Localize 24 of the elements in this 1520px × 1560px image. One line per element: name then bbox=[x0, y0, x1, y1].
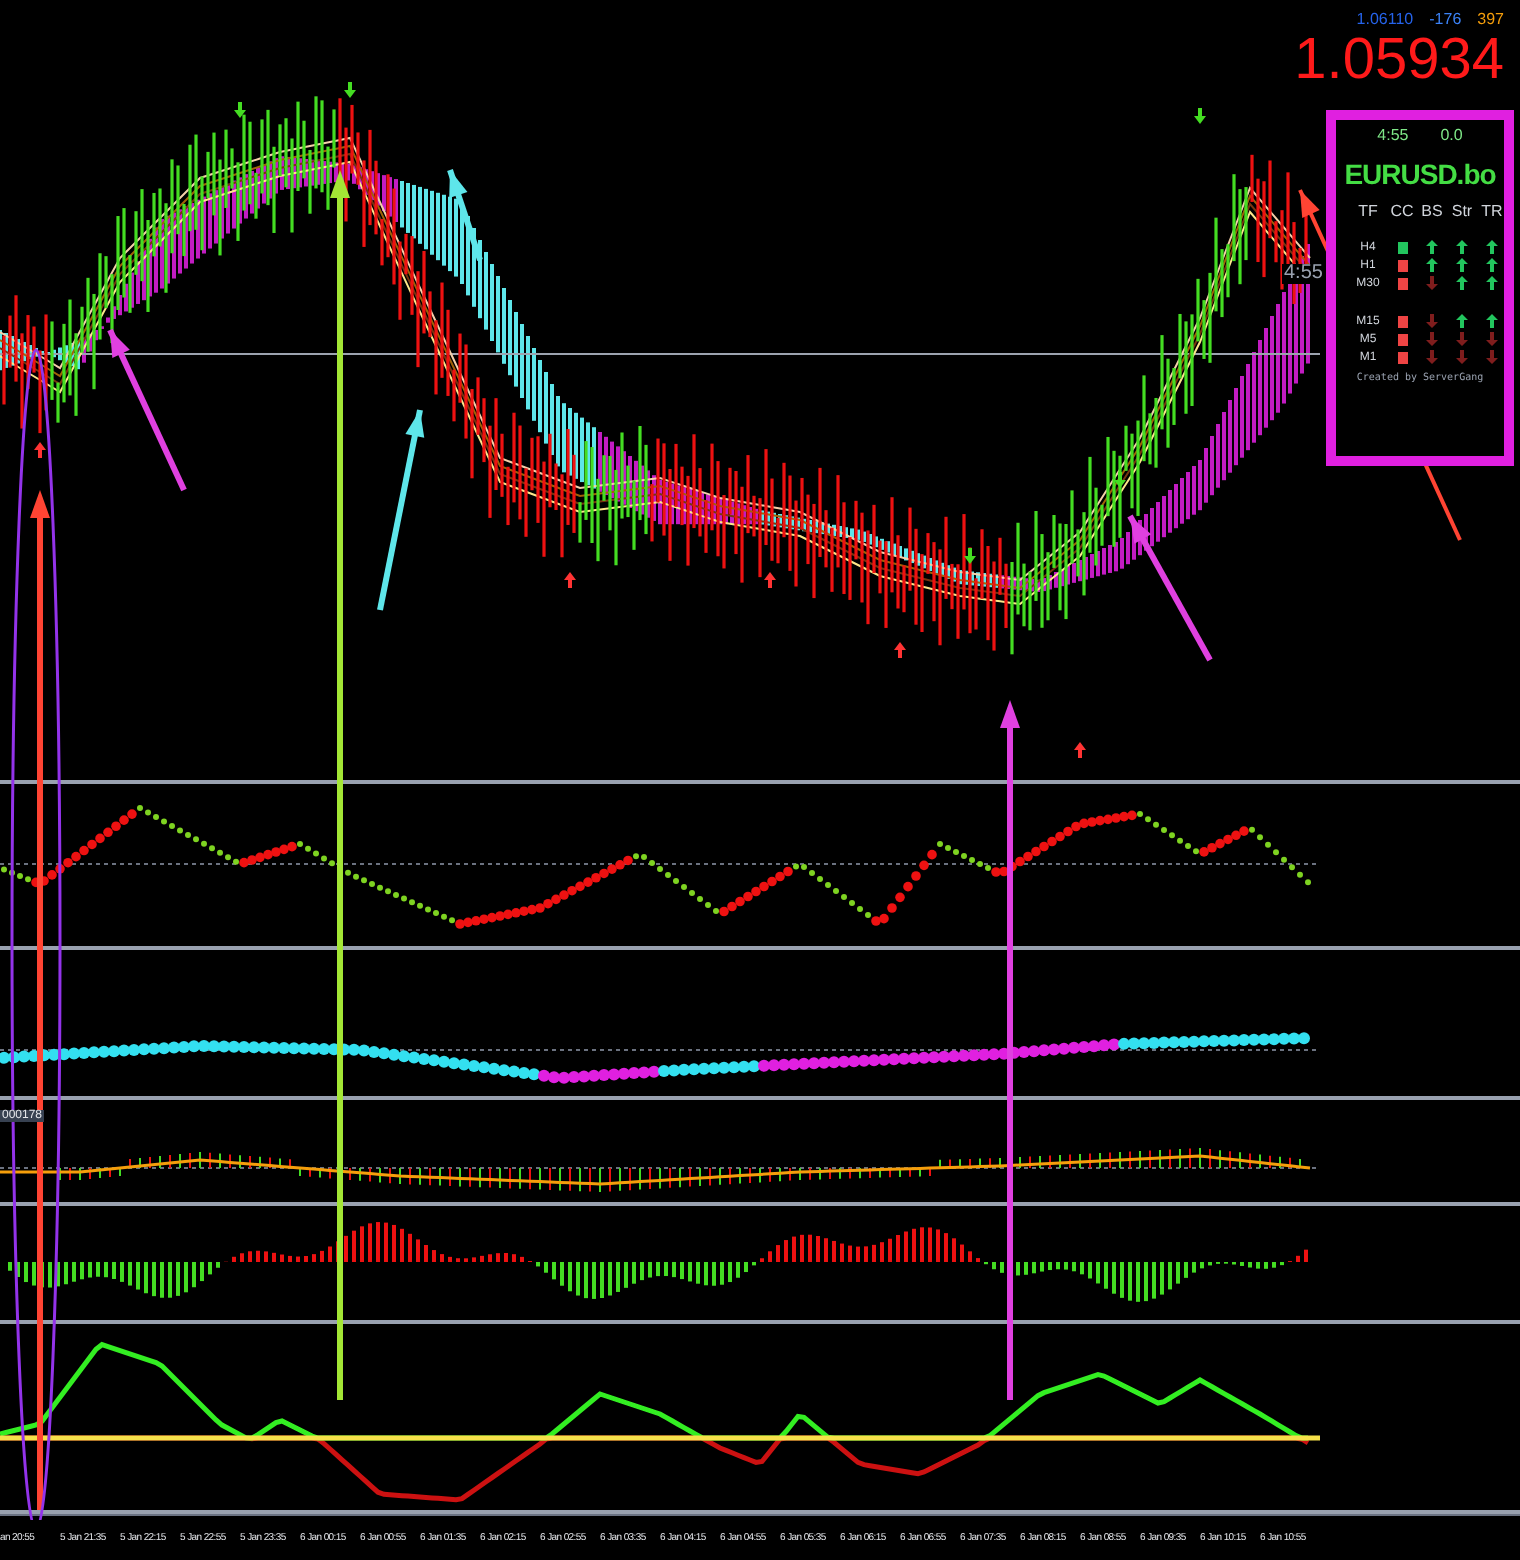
current-price: 1.05934 bbox=[1294, 32, 1504, 90]
timer-value: 4:55 bbox=[1377, 128, 1409, 144]
down-arrow-icon bbox=[1114, 472, 1126, 488]
column-header: TF bbox=[1356, 204, 1380, 220]
up-arrow-icon bbox=[764, 572, 776, 588]
spread-value: 0.0 bbox=[1440, 128, 1463, 144]
up-arrow-icon bbox=[1074, 742, 1086, 758]
column-header: CC bbox=[1388, 204, 1416, 220]
symbol-name: EURUSD.bo bbox=[1344, 160, 1496, 188]
up-arrow-icon bbox=[894, 642, 906, 658]
up-arrow-icon bbox=[564, 572, 576, 588]
price-change: -176 bbox=[1429, 12, 1462, 28]
column-header: TR bbox=[1479, 204, 1505, 220]
down-arrow-icon bbox=[234, 102, 246, 118]
column-header: BS bbox=[1419, 204, 1445, 220]
down-arrow-icon bbox=[1194, 108, 1206, 124]
down-arrow-icon bbox=[344, 82, 356, 98]
column-header: Str bbox=[1449, 204, 1475, 220]
tick-volume: 397 bbox=[1477, 12, 1504, 28]
bid-price: 1.06110 bbox=[1356, 12, 1414, 28]
down-arrow-icon bbox=[964, 548, 976, 564]
up-arrow-icon bbox=[34, 442, 46, 458]
annotation-arrow bbox=[447, 169, 483, 261]
countdown-timer: 4:55 bbox=[1282, 264, 1325, 284]
